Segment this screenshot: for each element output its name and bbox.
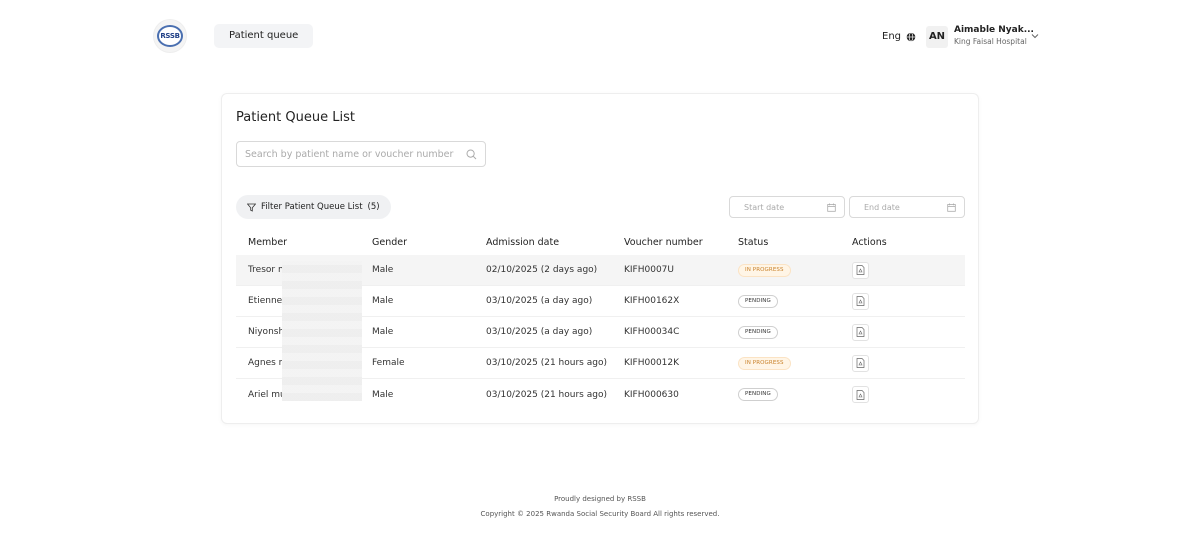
table-header: Member Gender Admission date Voucher num… — [236, 230, 965, 255]
column-header-status: Status — [738, 237, 769, 248]
end-date-picker[interactable] — [849, 196, 965, 218]
voucher-cell: KIFH000630 — [624, 389, 679, 400]
footer-copyright: Copyright © 2025 Rwanda Social Security … — [480, 510, 720, 518]
gender-cell: Male — [372, 296, 394, 306]
status-badge: IN PROGRESS — [738, 356, 791, 370]
status-badge: IN PROGRESS — [738, 263, 791, 277]
column-header-member: Member — [248, 237, 288, 248]
rssb-logo[interactable]: RSSB — [154, 20, 186, 52]
column-header-actions: Actions — [852, 237, 887, 248]
pdf-file-icon — [856, 296, 865, 306]
view-pdf-button[interactable] — [852, 354, 869, 372]
voucher-cell: KIFH00012K — [624, 358, 680, 368]
nav-patient-queue-button[interactable]: Patient queue — [214, 24, 314, 48]
search-box[interactable] — [236, 141, 486, 167]
view-pdf-button[interactable] — [852, 292, 869, 310]
view-pdf-button[interactable] — [852, 386, 869, 403]
pdf-file-icon — [856, 327, 865, 337]
column-header-gender: Gender — [372, 237, 408, 248]
voucher-cell: KIFH00034C — [624, 327, 680, 337]
filter-label: Filter Patient Queue List — [261, 202, 363, 212]
pdf-file-icon — [856, 389, 865, 400]
voucher-cell: KIFH0007U — [624, 265, 674, 275]
language-label: Eng — [882, 31, 902, 42]
globe-icon — [906, 31, 916, 42]
user-hospital: King Faisal Hospital — [954, 37, 1027, 46]
filter-button[interactable]: Filter Patient Queue List (5) — [236, 195, 391, 219]
search-input[interactable] — [245, 148, 466, 160]
gender-cell: Male — [372, 265, 394, 275]
voucher-cell: KIFH00162X — [624, 296, 680, 306]
status-badge: PENDING — [738, 388, 778, 401]
user-name[interactable]: Aimable Nyak... — [954, 25, 1034, 35]
filter-count: (5) — [367, 202, 380, 212]
user-avatar[interactable]: AN — [926, 26, 948, 48]
end-date-input[interactable] — [864, 202, 947, 212]
status-badge: PENDING — [738, 325, 778, 339]
admission-date-cell: 03/10/2025 (a day ago) — [486, 296, 593, 306]
admission-date-cell: 02/10/2025 (2 days ago) — [486, 265, 598, 275]
logo-text: RSSB — [157, 25, 183, 47]
calendar-icon — [947, 203, 956, 212]
page-title: Patient Queue List — [236, 110, 355, 125]
admission-date-cell: 03/10/2025 (21 hours ago) — [486, 389, 607, 400]
column-header-admission-date: Admission date — [486, 237, 560, 248]
admission-date-cell: 03/10/2025 (a day ago) — [486, 327, 593, 337]
pdf-file-icon — [856, 265, 865, 275]
redaction-pattern — [282, 261, 362, 401]
start-date-picker[interactable] — [729, 196, 845, 218]
admission-date-cell: 03/10/2025 (21 hours ago) — [486, 358, 607, 368]
redaction-mask — [282, 261, 362, 401]
search-icon[interactable] — [466, 149, 477, 160]
calendar-icon — [827, 203, 836, 212]
chevron-down-icon[interactable] — [1030, 31, 1040, 41]
language-selector[interactable]: Eng — [882, 31, 916, 42]
view-pdf-button[interactable] — [852, 261, 869, 279]
filter-icon — [247, 203, 256, 212]
status-badge: PENDING — [738, 294, 778, 308]
column-header-voucher-number: Voucher number — [624, 237, 703, 248]
gender-cell: Male — [372, 327, 394, 337]
view-pdf-button[interactable] — [852, 323, 869, 341]
pdf-file-icon — [856, 358, 865, 368]
gender-cell: Female — [372, 358, 405, 368]
gender-cell: Male — [372, 389, 394, 400]
start-date-input[interactable] — [744, 202, 827, 212]
footer-credit: Proudly designed by RSSB — [554, 495, 646, 503]
